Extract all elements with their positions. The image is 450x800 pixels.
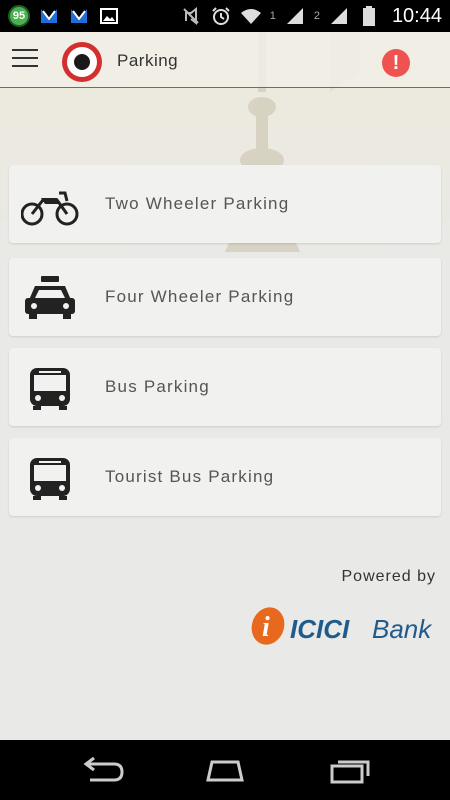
motorcycle-icon bbox=[21, 191, 79, 226]
menu-item-label: Two Wheeler Parking bbox=[105, 194, 290, 213]
sim1-label: 1 bbox=[269, 10, 276, 22]
battery-icon bbox=[358, 6, 380, 26]
wifi-icon bbox=[240, 6, 262, 26]
page-title: Parking bbox=[117, 51, 179, 70]
sim2-label: 2 bbox=[313, 10, 320, 22]
notification-badge: 95 bbox=[8, 5, 30, 27]
bank-name-part1: ICICI bbox=[290, 614, 350, 644]
clock: 10:44 bbox=[391, 4, 442, 27]
menu-item-label: Bus Parking bbox=[105, 377, 210, 396]
recent-apps-icon[interactable] bbox=[326, 754, 376, 786]
shield-icon bbox=[38, 6, 60, 26]
menu-item-label: Tourist Bus Parking bbox=[105, 467, 275, 486]
signal-icon bbox=[284, 6, 306, 26]
alarm-icon bbox=[210, 6, 232, 26]
tourist-bus-icon bbox=[30, 458, 70, 500]
menu-item-bus[interactable]: Bus Parking bbox=[9, 348, 441, 426]
status-bar: 95 1 2 10:44 bbox=[0, 0, 450, 32]
powered-by-label: Powered by bbox=[341, 568, 436, 585]
menu-icon[interactable] bbox=[12, 49, 38, 69]
back-icon[interactable] bbox=[76, 754, 126, 786]
menu-item-four-wheeler[interactable]: Four Wheeler Parking bbox=[9, 258, 441, 336]
app-logo bbox=[62, 42, 102, 82]
bus-icon bbox=[30, 368, 70, 410]
image-icon bbox=[98, 6, 120, 26]
alert-icon[interactable]: ! bbox=[382, 49, 410, 77]
svg-text:i: i bbox=[262, 612, 270, 643]
signal-icon bbox=[328, 6, 350, 26]
icici-bank-logo: i ICICI Bank bbox=[251, 607, 433, 645]
menu-item-two-wheeler[interactable]: Two Wheeler Parking bbox=[9, 165, 441, 243]
taxi-icon bbox=[25, 276, 75, 319]
home-icon[interactable] bbox=[200, 754, 250, 786]
menu-item-tourist-bus[interactable]: Tourist Bus Parking bbox=[9, 438, 441, 516]
mute-icon bbox=[180, 6, 202, 26]
navigation-bar bbox=[0, 740, 450, 800]
menu-item-label: Four Wheeler Parking bbox=[105, 287, 295, 306]
bank-name-part2: Bank bbox=[372, 614, 433, 644]
shield-icon bbox=[68, 6, 90, 26]
